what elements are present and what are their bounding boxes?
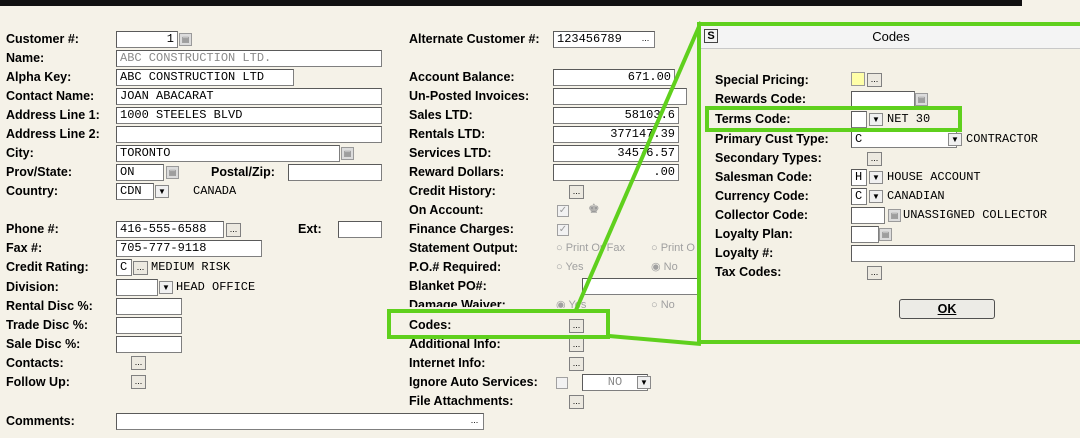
tax-codes-button[interactable]: ... xyxy=(867,266,882,280)
primary-cust-text: CONTRACTOR xyxy=(966,132,1039,146)
codes-dialog: S Codes Special Pricing: ... Rewards Cod… xyxy=(697,22,1080,344)
salesman-label: Salesman Code: xyxy=(715,170,813,184)
loyalty-plan-lookup-icon[interactable]: ▤ xyxy=(879,228,892,241)
loyalty-plan-label: Loyalty Plan: xyxy=(715,227,793,241)
terms-code-highlight xyxy=(705,106,962,132)
loyalty-plan-field[interactable] xyxy=(851,226,879,243)
secondary-types-button[interactable]: ... xyxy=(867,152,882,166)
dialog-title: Codes xyxy=(872,29,910,44)
collector-label: Collector Code: xyxy=(715,208,809,222)
rewards-lookup-icon[interactable]: ▤ xyxy=(915,93,928,106)
tax-codes-label: Tax Codes: xyxy=(715,265,782,279)
loyalty-no-field[interactable] xyxy=(851,245,1075,262)
currency-code-field[interactable]: C xyxy=(851,188,867,205)
primary-cust-field[interactable]: C xyxy=(851,131,957,148)
collector-text: UNASSIGNED COLLECTOR xyxy=(903,208,1048,222)
currency-dropdown-icon[interactable]: ▼ xyxy=(869,190,883,203)
collector-lookup-icon[interactable]: ▤ xyxy=(888,209,901,222)
loyalty-no-label: Loyalty #: xyxy=(715,246,774,260)
collector-code-field[interactable] xyxy=(851,207,885,224)
secondary-types-label: Secondary Types: xyxy=(715,151,822,165)
currency-text: CANADIAN xyxy=(887,189,945,203)
salesman-code-field[interactable]: H xyxy=(851,169,867,186)
special-pricing-button[interactable]: ... xyxy=(867,73,882,87)
primary-cust-label: Primary Cust Type: xyxy=(715,132,829,146)
dialog-title-bar: S Codes xyxy=(701,26,1080,49)
primary-cust-dropdown-icon[interactable]: ▼ xyxy=(948,133,962,146)
salesman-text: HOUSE ACCOUNT xyxy=(887,170,981,184)
special-pricing-field[interactable] xyxy=(851,72,865,86)
special-pricing-label: Special Pricing: xyxy=(715,73,809,87)
currency-label: Currency Code: xyxy=(715,189,809,203)
salesman-dropdown-icon[interactable]: ▼ xyxy=(869,171,883,184)
ok-button[interactable]: OK xyxy=(899,299,995,319)
